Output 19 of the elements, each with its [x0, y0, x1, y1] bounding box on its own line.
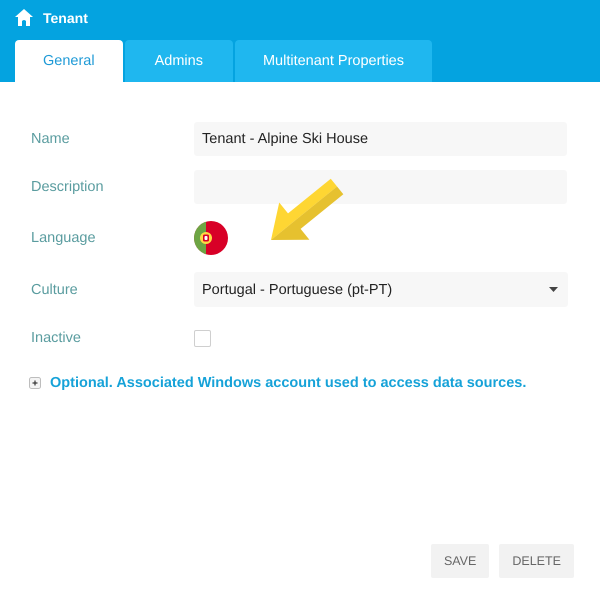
field-label: Culture — [31, 282, 79, 298]
optional-section-link[interactable]: Optional. Associated Windows account used to access data sources. — [50, 375, 526, 391]
text-field[interactable] — [194, 170, 567, 204]
expand-icon[interactable] — [29, 377, 41, 389]
checkbox[interactable] — [194, 330, 211, 346]
arrow-icon — [270, 178, 345, 241]
save-button[interactable]: SAVE — [430, 544, 490, 578]
delete-button[interactable]: DELETE — [499, 544, 574, 578]
text-field[interactable]: Tenant - Alpine Ski House — [194, 122, 567, 156]
field-label: Description — [31, 179, 105, 195]
field-label: Language — [31, 230, 97, 246]
flag-icon[interactable] — [194, 221, 228, 255]
field-label: Inactive — [31, 330, 82, 346]
tab[interactable]: General — [15, 40, 123, 82]
culture-select[interactable]: Portugal - Portuguese (pt-PT) — [194, 272, 568, 307]
home-icon — [15, 9, 33, 26]
field-label: Name — [31, 131, 71, 147]
caret-icon — [549, 287, 558, 292]
page-title: Tenant — [43, 10, 88, 26]
